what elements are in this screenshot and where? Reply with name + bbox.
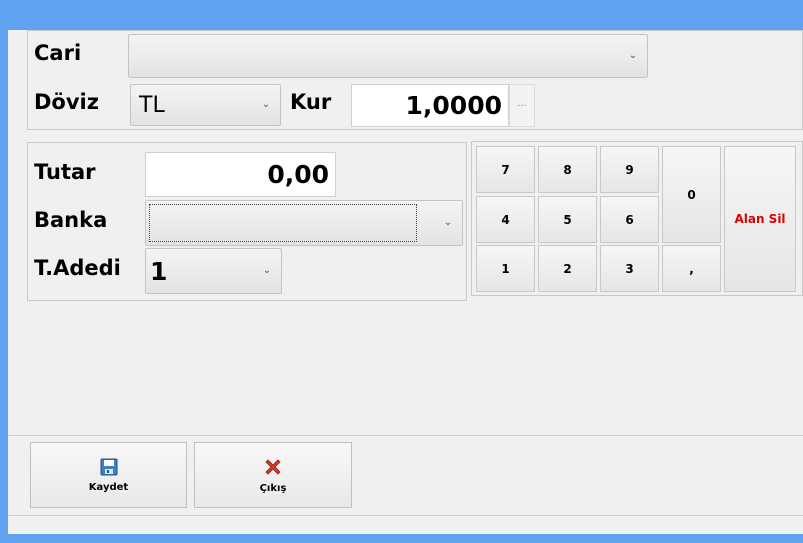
footer-divider [8, 435, 803, 436]
chevron-down-icon: ⌄ [261, 99, 271, 110]
adet-value: 1 [150, 256, 168, 286]
key-4-label: 4 [501, 212, 510, 227]
banka-combo[interactable]: ⌄ [145, 200, 463, 246]
key-8-label: 8 [563, 162, 572, 177]
adet-combo[interactable]: 1 ⌄ [145, 248, 282, 294]
key-comma[interactable]: , [662, 245, 721, 292]
cari-label: Cari [34, 41, 82, 65]
status-divider [8, 515, 803, 516]
banka-label: Banka [34, 208, 108, 232]
tutar-value: 0,00 [267, 160, 329, 189]
cari-combo[interactable]: ⌄ [128, 34, 648, 78]
chevron-down-icon: ⌄ [628, 50, 638, 61]
doviz-value: TL [139, 92, 165, 118]
adet-label: T.Adedi [34, 256, 121, 280]
key-2-label: 2 [563, 261, 572, 276]
key-2[interactable]: 2 [538, 245, 597, 292]
key-7[interactable]: 7 [476, 146, 535, 193]
key-9[interactable]: 9 [600, 146, 659, 193]
exit-button[interactable]: Çıkış [194, 442, 352, 508]
key-1-label: 1 [501, 261, 510, 276]
save-button[interactable]: Kaydet [30, 442, 187, 508]
banka-focus-outline [149, 204, 417, 242]
kur-input[interactable]: 1,0000 [351, 84, 509, 127]
kur-ellipsis-button[interactable]: ... [509, 84, 535, 127]
doviz-label: Döviz [34, 90, 99, 114]
key-0-label: 0 [687, 187, 696, 202]
key-7-label: 7 [501, 162, 510, 177]
key-5-label: 5 [563, 212, 572, 227]
ellipsis-icon: ... [517, 98, 527, 109]
red-x-icon [265, 458, 281, 475]
key-6-label: 6 [625, 212, 634, 227]
window-frame-left [0, 0, 8, 543]
key-6[interactable]: 6 [600, 196, 659, 243]
window-frame-bottom [0, 534, 803, 543]
key-8[interactable]: 8 [538, 146, 597, 193]
exit-label: Çıkış [259, 482, 287, 494]
floppy-disk-icon [100, 458, 117, 475]
save-label: Kaydet [88, 481, 129, 493]
window-titlebar[interactable] [0, 0, 803, 30]
key-3-label: 3 [625, 261, 634, 276]
clear-field-label: Alan Sil [734, 212, 786, 226]
doviz-combo[interactable]: TL ⌄ [130, 84, 281, 126]
key-9-label: 9 [625, 162, 634, 177]
clear-field-button[interactable]: Alan Sil [724, 146, 796, 292]
chevron-down-icon: ⌄ [443, 217, 453, 228]
key-1[interactable]: 1 [476, 245, 535, 292]
chevron-down-icon: ⌄ [262, 265, 272, 276]
kur-label: Kur [290, 90, 332, 114]
tutar-label: Tutar [34, 160, 96, 184]
key-5[interactable]: 5 [538, 196, 597, 243]
tutar-input[interactable]: 0,00 [145, 152, 336, 197]
key-3[interactable]: 3 [600, 245, 659, 292]
key-comma-label: , [689, 261, 694, 276]
key-4[interactable]: 4 [476, 196, 535, 243]
key-0[interactable]: 0 [662, 146, 721, 243]
kur-value: 1,0000 [405, 91, 502, 120]
